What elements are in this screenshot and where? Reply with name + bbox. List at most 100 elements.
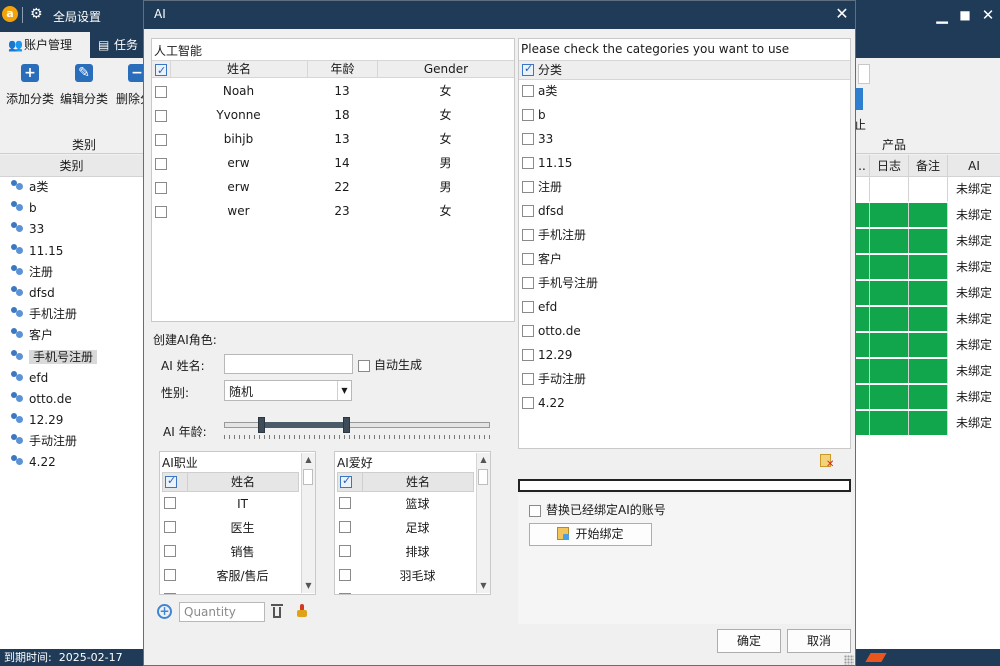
- category-option[interactable]: 注册: [519, 175, 850, 199]
- category-item[interactable]: 12.29: [0, 410, 143, 431]
- trash-icon[interactable]: [271, 603, 283, 619]
- column-header-age[interactable]: 年龄: [307, 61, 377, 78]
- broom-icon[interactable]: [295, 604, 309, 618]
- list-item[interactable]: ...: [337, 588, 474, 594]
- category-item[interactable]: 11.15: [0, 241, 143, 262]
- edit-category-button[interactable]: ✎ 编辑分类: [56, 64, 112, 114]
- minimize-icon[interactable]: ▁: [932, 5, 952, 25]
- category-item[interactable]: 客户: [0, 325, 143, 346]
- table-row[interactable]: 未绑定: [855, 229, 1000, 255]
- table-row[interactable]: 未绑定: [855, 281, 1000, 307]
- start-binding-button[interactable]: 开始绑定: [529, 523, 652, 546]
- add-circle-icon[interactable]: +: [157, 604, 172, 619]
- category-checkbox[interactable]: [522, 157, 534, 169]
- resize-grip[interactable]: [844, 655, 854, 665]
- table-row[interactable]: 未绑定: [855, 333, 1000, 359]
- table-row[interactable]: 未绑定: [855, 359, 1000, 385]
- profession-select-all-checkbox[interactable]: [165, 474, 177, 488]
- replace-bound-option[interactable]: 替换已经绑定AI的账号: [529, 501, 666, 518]
- column-header-ai[interactable]: AI: [947, 155, 1000, 177]
- slider-min-handle[interactable]: [258, 417, 266, 433]
- scroll-up-icon[interactable]: ▲: [477, 453, 490, 467]
- list-item[interactable]: 客服/售后: [162, 564, 299, 588]
- column-header-name[interactable]: 姓名: [170, 61, 307, 78]
- list-item[interactable]: 排球: [337, 540, 474, 564]
- row-checkbox[interactable]: [155, 157, 167, 170]
- category-checkbox[interactable]: [522, 349, 534, 361]
- delete-category-button[interactable]: − 删除分: [112, 64, 143, 114]
- item-checkbox[interactable]: [164, 497, 176, 509]
- category-checkbox[interactable]: [522, 373, 534, 385]
- category-option[interactable]: otto.de: [519, 319, 850, 343]
- category-checkbox[interactable]: [522, 253, 534, 265]
- category-item[interactable]: 4.22: [0, 452, 143, 473]
- item-checkbox[interactable]: [164, 545, 176, 557]
- item-checkbox[interactable]: [164, 521, 176, 533]
- scroll-down-icon[interactable]: ▼: [302, 579, 315, 593]
- list-item[interactable]: 羽毛球: [337, 564, 474, 588]
- category-select-all-checkbox[interactable]: [522, 62, 534, 76]
- tab-account-management[interactable]: 👥账户管理: [0, 32, 90, 58]
- select-all-checkbox[interactable]: [155, 62, 167, 79]
- category-option[interactable]: dfsd: [519, 199, 850, 223]
- hobby-select-all-checkbox[interactable]: [340, 474, 352, 488]
- item-checkbox[interactable]: [339, 497, 351, 509]
- slider-max-handle[interactable]: [343, 417, 351, 433]
- row-checkbox[interactable]: [155, 181, 167, 194]
- list-item[interactable]: ...: [162, 588, 299, 594]
- category-option[interactable]: efd: [519, 295, 850, 319]
- auto-generate-checkbox[interactable]: [358, 359, 370, 372]
- table-row[interactable]: 未绑定: [855, 177, 1000, 203]
- item-checkbox[interactable]: [339, 521, 351, 533]
- quantity-input[interactable]: [179, 602, 265, 622]
- replace-bound-checkbox[interactable]: [529, 504, 541, 517]
- category-item[interactable]: a类: [0, 177, 143, 198]
- table-row[interactable]: 未绑定: [855, 307, 1000, 333]
- ribbon-button-fragment[interactable]: [855, 88, 863, 110]
- profession-scrollbar[interactable]: ▲ ▼: [301, 453, 315, 593]
- category-item[interactable]: dfsd: [0, 283, 143, 304]
- add-category-button[interactable]: + 添加分类: [2, 64, 58, 114]
- item-checkbox[interactable]: [339, 593, 351, 594]
- category-option[interactable]: 4.22: [519, 391, 850, 415]
- category-checkbox[interactable]: [522, 397, 534, 409]
- category-checkbox[interactable]: [522, 181, 534, 193]
- category-option[interactable]: 手机注册: [519, 223, 850, 247]
- category-item[interactable]: efd: [0, 368, 143, 389]
- category-item[interactable]: b: [0, 198, 143, 219]
- category-item[interactable]: 33: [0, 219, 143, 240]
- tab-tasks[interactable]: ▤ 任务: [90, 32, 150, 58]
- table-row[interactable]: 未绑定: [855, 255, 1000, 281]
- age-range-slider[interactable]: [224, 417, 490, 441]
- list-item[interactable]: 销售: [162, 540, 299, 564]
- category-checkbox[interactable]: [522, 205, 534, 217]
- gear-icon[interactable]: ⚙: [30, 6, 43, 22]
- close-icon[interactable]: ✕: [978, 5, 998, 25]
- row-checkbox[interactable]: [155, 109, 167, 122]
- auto-generate-option[interactable]: 自动生成: [358, 356, 422, 373]
- category-item[interactable]: 注册: [0, 262, 143, 283]
- column-header-note[interactable]: 备注: [908, 155, 947, 177]
- category-item[interactable]: 手动注册: [0, 431, 143, 452]
- item-checkbox[interactable]: [339, 569, 351, 581]
- category-option[interactable]: a类: [519, 79, 850, 103]
- list-item[interactable]: IT: [162, 492, 299, 516]
- category-checkbox[interactable]: [522, 109, 534, 121]
- table-row[interactable]: 未绑定: [855, 411, 1000, 437]
- category-checkbox[interactable]: [522, 277, 534, 289]
- dialog-close-icon[interactable]: ✕: [832, 4, 852, 24]
- ai-person-row[interactable]: erw 14 男: [152, 151, 514, 175]
- category-checkbox[interactable]: [522, 85, 534, 97]
- ai-person-row[interactable]: Yvonne 18 女: [152, 103, 514, 127]
- scroll-thumb[interactable]: [478, 469, 488, 485]
- maximize-icon[interactable]: ■: [955, 5, 975, 25]
- ai-person-row[interactable]: Noah 13 女: [152, 79, 514, 103]
- scroll-up-icon[interactable]: ▲: [302, 453, 315, 467]
- list-item[interactable]: 医生: [162, 516, 299, 540]
- ai-name-input[interactable]: [224, 354, 353, 374]
- ok-button[interactable]: 确定: [717, 629, 781, 653]
- category-option[interactable]: 12.29: [519, 343, 850, 367]
- category-checkbox[interactable]: [522, 301, 534, 313]
- row-checkbox[interactable]: [155, 133, 167, 146]
- list-item[interactable]: 足球: [337, 516, 474, 540]
